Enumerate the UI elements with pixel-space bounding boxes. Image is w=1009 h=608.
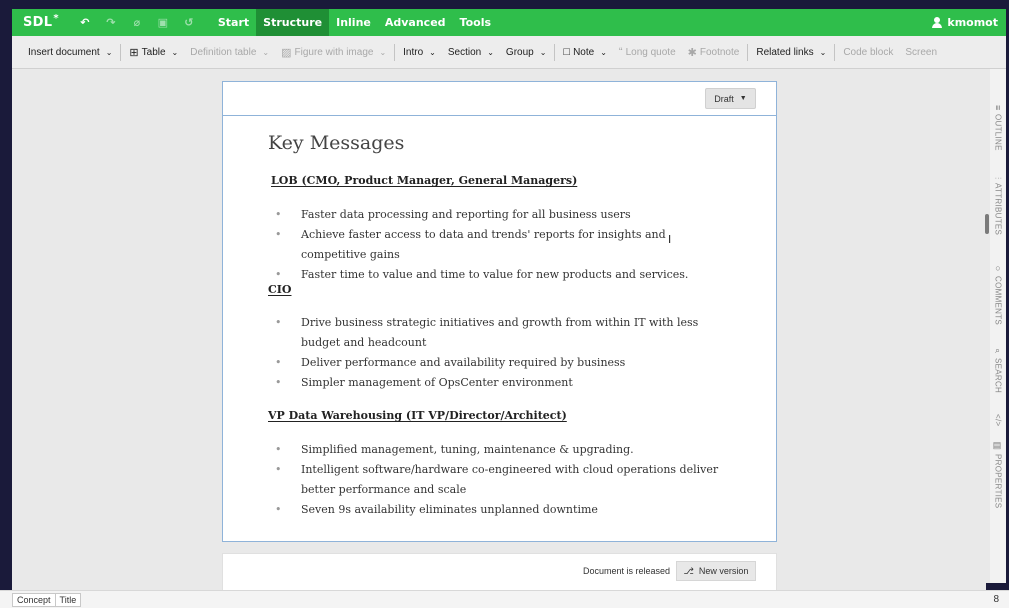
- figure-with-image-button[interactable]: ▨ Figure with image ⌄: [275, 46, 392, 59]
- image-icon: ▨: [281, 46, 292, 59]
- tab-structure[interactable]: Structure: [256, 9, 330, 36]
- tab-tools[interactable]: Tools: [453, 9, 498, 36]
- status-indicator: 8: [993, 594, 999, 605]
- list-item[interactable]: Simpler management of OpsCenter environm…: [275, 373, 725, 393]
- list-item[interactable]: Achieve faster access to data and trends…: [275, 225, 725, 265]
- chevron-down-icon: ⌄: [262, 47, 270, 57]
- chevron-down-icon: ⌄: [819, 47, 827, 57]
- chevron-down-icon: ⌄: [429, 47, 436, 57]
- main-menu: Start Structure Inline Advanced Tools: [211, 9, 498, 36]
- list-item[interactable]: Simplified management, tuning, maintenan…: [275, 440, 725, 460]
- scrollbar-thumb[interactable]: [985, 214, 989, 234]
- undo-icon[interactable]: ↶: [79, 16, 91, 29]
- chevron-down-icon: ⌄: [105, 47, 113, 57]
- divider: [747, 43, 749, 61]
- list-item[interactable]: Intelligent software/hardware co-enginee…: [275, 460, 725, 500]
- section-heading[interactable]: VP Data Warehousing (IT VP/Director/Arch…: [268, 409, 567, 422]
- status-bar: Concept Title 8: [0, 590, 1009, 608]
- properties-icon: ▤: [993, 441, 1003, 452]
- divider: [394, 43, 396, 61]
- version-card: Document is released ⎇ New version: [222, 553, 777, 590]
- intro-button[interactable]: Intro ⌄: [397, 47, 442, 58]
- divider: [834, 43, 836, 61]
- attributes-icon: ⫶: [993, 177, 1003, 180]
- chevron-down-icon: ⌄: [600, 47, 607, 57]
- release-status: Document is released: [582, 566, 670, 576]
- caret-down-icon: ▼: [739, 95, 747, 102]
- side-panel-tabs: ≡ OUTLINE ⫶ ATTRIBUTES ○ COMMENTS ⌕ SEARCH <…: [990, 69, 1006, 583]
- related-links-button[interactable]: Related links ⌄: [750, 47, 832, 58]
- list-item[interactable]: Deliver performance and availability req…: [275, 353, 725, 373]
- save-icon[interactable]: ▣: [157, 16, 169, 29]
- outline-icon: ≡: [993, 105, 1003, 111]
- chevron-down-icon: ⌄: [539, 47, 547, 57]
- document-card-header: Draft ▼: [223, 82, 776, 116]
- definition-table-button[interactable]: Definition table ⌄: [184, 47, 275, 58]
- bullet-list: Drive business strategic initiatives and…: [275, 313, 725, 393]
- structure-toolbar: Insert document ⌄ ⊞ Table ⌄ Definition tabl…: [12, 36, 1006, 69]
- list-item[interactable]: Faster time to value and time to value f…: [275, 265, 725, 285]
- status-dropdown[interactable]: Draft ▼: [705, 88, 756, 109]
- editor-workspace: Draft ▼ Key Messages LOB (CMO, Product M…: [12, 69, 986, 590]
- sdl-logo: SDL *: [23, 13, 59, 31]
- chevron-down-icon: ⌄: [171, 47, 179, 57]
- tab-inline[interactable]: Inline: [329, 9, 378, 36]
- quick-actions: ↶ ↷ ⌀ ▣ ↺: [79, 16, 195, 29]
- breadcrumb-title[interactable]: Title: [55, 592, 82, 607]
- search-icon: ⌕: [993, 346, 1003, 356]
- breadcrumb: Concept Title: [12, 592, 82, 607]
- tab-advanced[interactable]: Advanced: [378, 9, 453, 36]
- tab-start[interactable]: Start: [211, 9, 256, 36]
- note-button[interactable]: □ Note ⌄: [557, 46, 612, 58]
- quote-icon: “: [618, 46, 623, 58]
- breadcrumb-concept[interactable]: Concept: [12, 592, 56, 607]
- note-icon: □: [563, 46, 571, 58]
- bullet-list: Faster data processing and reporting for…: [275, 205, 725, 285]
- divider: [120, 43, 122, 61]
- top-bar: SDL * ↶ ↷ ⌀ ▣ ↺ Start Structure Inline Ad…: [12, 9, 1006, 36]
- list-item[interactable]: Drive business strategic initiatives and…: [275, 313, 725, 353]
- user-menu[interactable]: kmomot: [932, 16, 998, 29]
- comment-icon: ○: [993, 263, 1003, 274]
- tab-properties[interactable]: ▤ PROPERTIES: [992, 441, 1004, 509]
- section-button[interactable]: Section ⌄: [442, 47, 500, 58]
- tab-outline[interactable]: ≡ OUTLINE: [992, 105, 1004, 150]
- asterisk-icon: ✱: [687, 46, 697, 59]
- text-cursor-icon: I: [668, 233, 672, 246]
- new-version-button[interactable]: ⎇ New version: [676, 561, 756, 581]
- section-heading[interactable]: LOB (CMO, Product Manager, General Manag…: [271, 174, 577, 187]
- tab-code[interactable]: </>: [992, 414, 1004, 426]
- chevron-down-icon: ⌄: [379, 47, 387, 57]
- table-button[interactable]: ⊞ Table ⌄: [123, 46, 184, 59]
- long-quote-button[interactable]: “Long quote: [613, 46, 682, 58]
- insert-document-button[interactable]: Insert document ⌄: [12, 47, 118, 58]
- tab-comments[interactable]: ○ COMMENTS: [992, 263, 1004, 325]
- redo-icon[interactable]: ↷: [105, 16, 117, 29]
- divider: [554, 43, 556, 61]
- page-title[interactable]: Key Messages: [268, 132, 404, 154]
- table-icon: ⊞: [129, 46, 139, 59]
- username: kmomot: [947, 16, 998, 29]
- footnote-button[interactable]: ✱ Footnote: [682, 46, 746, 59]
- screen-button[interactable]: Screen: [899, 47, 943, 58]
- clear-format-icon[interactable]: ⌀: [131, 16, 143, 29]
- group-button[interactable]: Group ⌄: [500, 47, 553, 58]
- section-heading[interactable]: CIO: [268, 283, 291, 296]
- code-block-button[interactable]: Code block: [837, 47, 899, 58]
- chevron-down-icon: ⌄: [487, 47, 494, 57]
- tab-search[interactable]: ⌕ SEARCH: [992, 346, 1004, 393]
- branch-icon: ⎇: [683, 565, 694, 576]
- revert-icon[interactable]: ↺: [183, 16, 195, 29]
- document-card[interactable]: Draft ▼ Key Messages LOB (CMO, Product M…: [222, 81, 777, 542]
- user-icon: [932, 17, 943, 28]
- tab-attributes[interactable]: ⫶ ATTRIBUTES: [992, 177, 1004, 235]
- bullet-list: Simplified management, tuning, maintenan…: [275, 440, 725, 520]
- list-item[interactable]: Seven 9s availability eliminates unplann…: [275, 500, 725, 520]
- list-item[interactable]: Faster data processing and reporting for…: [275, 205, 725, 225]
